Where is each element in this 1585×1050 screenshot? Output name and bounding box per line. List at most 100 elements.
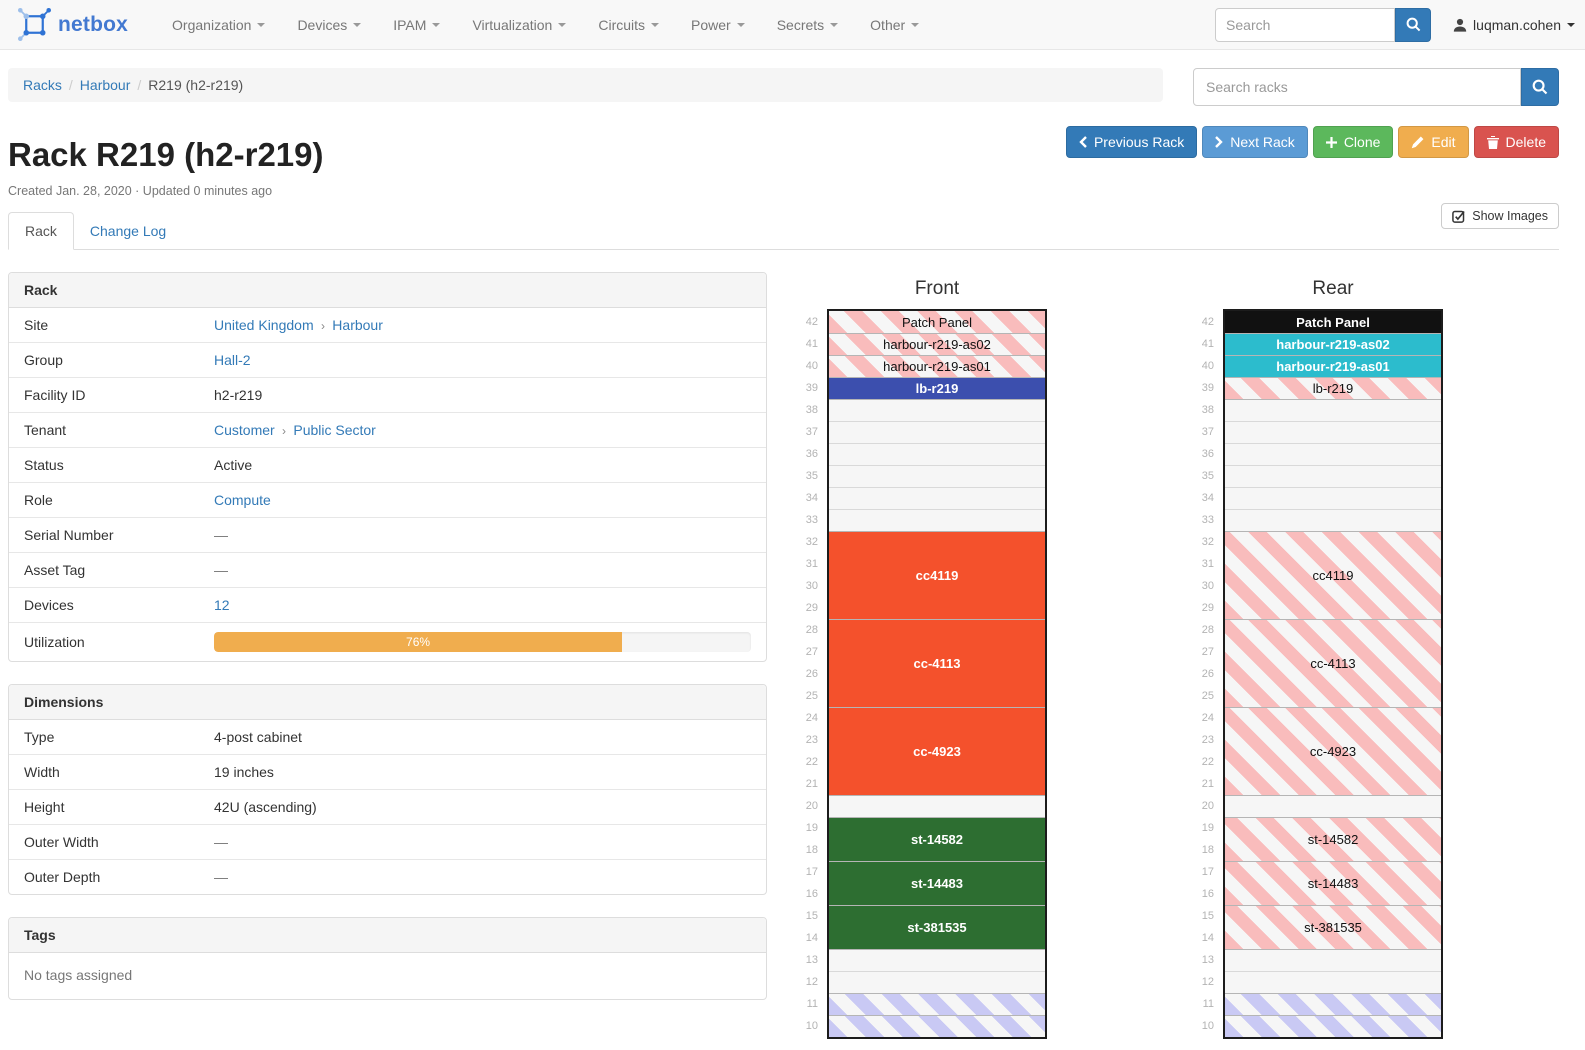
breadcrumb-link[interactable]: Harbour [80,77,131,93]
trash-icon [1487,136,1499,149]
row-label: Tenant [9,413,199,448]
hierarchy-separator: › [275,424,294,438]
user-menu[interactable]: luqman.cohen [1453,17,1575,33]
reserved-unit [829,1015,1045,1037]
page-title: Rack R219 (h2-r219) [8,136,1066,174]
nav-menu-label: IPAM [393,17,426,33]
rack-device[interactable]: harbour-r219-as02 [829,333,1045,355]
nav-menu-ipam[interactable]: IPAM [377,0,456,50]
unit-number: 42 [1192,311,1214,333]
clone-button[interactable]: Clone [1313,126,1394,158]
nav-menu-label: Power [691,17,731,33]
rack-device[interactable]: harbour-r219-as02 [1225,333,1441,355]
rack-device[interactable]: cc4119 [829,531,1045,619]
rack-device[interactable]: lb-r219 [1225,377,1441,399]
device-label: cc-4923 [1310,744,1356,759]
rack-device[interactable]: cc4119 [1225,531,1441,619]
nav-menu-secrets[interactable]: Secrets [761,0,854,50]
value-text: 19 inches [214,764,274,780]
user-icon [1453,18,1467,32]
device-label: st-381535 [1304,920,1362,935]
unit-number: 35 [796,465,818,487]
rack-device[interactable]: st-381535 [829,905,1045,949]
rack-search-input[interactable] [1193,68,1521,106]
reserved-unit [1225,993,1441,1015]
rack-device[interactable]: harbour-r219-as01 [829,355,1045,377]
global-search-button[interactable] [1395,8,1431,42]
nav-menu-circuits[interactable]: Circuits [582,0,675,50]
empty-unit [829,465,1045,487]
chevron-right-icon [1215,136,1223,148]
chevron-down-icon [353,23,361,27]
unit-number: 17 [1192,861,1214,883]
rack-device[interactable]: lb-r219 [829,377,1045,399]
device-label: st-14483 [1308,876,1359,891]
nav-menu-other[interactable]: Other [854,0,935,50]
tab-change-log[interactable]: Change Log [74,213,182,249]
unit-number: 16 [1192,883,1214,905]
unit-number: 13 [796,949,818,971]
rack-device[interactable]: st-14483 [1225,861,1441,905]
rack-device[interactable]: st-14582 [1225,817,1441,861]
global-search-input[interactable] [1215,8,1395,42]
rack-device[interactable]: harbour-r219-as01 [1225,355,1441,377]
table-row: Type4-post cabinet [9,720,766,755]
table-row: Utilization76% [9,623,766,662]
unit-number: 30 [1192,575,1214,597]
nav-menu-devices[interactable]: Devices [281,0,377,50]
rack-device[interactable]: Patch Panel [829,311,1045,333]
value-text: h2-r219 [214,387,262,403]
value-link[interactable]: Public Sector [293,422,375,438]
nav-menu-organization[interactable]: Organization [156,0,281,50]
device-label: cc4119 [1313,568,1354,583]
page-header: Rack R219 (h2-r219) Previous Rack Next R… [0,106,1585,174]
unit-number: 40 [1192,355,1214,377]
value-link[interactable]: 12 [214,597,230,613]
value-link[interactable]: United Kingdom [214,317,314,333]
tab-rack[interactable]: Rack [8,212,74,250]
row-value: Customer › Public Sector [199,413,766,448]
unit-number: 41 [796,333,818,355]
value-link[interactable]: Harbour [332,317,383,333]
nav-menu-virtualization[interactable]: Virtualization [456,0,582,50]
value-link[interactable]: Compute [214,492,271,508]
device-label: harbour-r219-as02 [883,337,991,352]
rack-device[interactable]: cc-4113 [829,619,1045,707]
show-images-button[interactable]: Show Images [1441,203,1559,229]
chevron-down-icon [432,23,440,27]
next-rack-button[interactable]: Next Rack [1202,126,1308,158]
value-link[interactable]: Hall-2 [214,352,251,368]
value-empty: — [214,834,228,850]
row-label: Role [9,483,199,518]
unit-number: 38 [796,399,818,421]
rack-device[interactable]: cc-4923 [1225,707,1441,795]
empty-unit [1225,949,1441,971]
username: luqman.cohen [1473,17,1561,33]
utilization-bar: 76% [214,632,751,652]
tags-panel: Tags No tags assigned [8,917,767,1000]
value-text: 4-post cabinet [214,729,302,745]
row-value: — [199,553,766,588]
edit-button[interactable]: Edit [1398,126,1468,158]
breadcrumb-link[interactable]: Racks [23,77,62,93]
unit-number: 37 [796,421,818,443]
row-label: Asset Tag [9,553,199,588]
unit-number: 12 [796,971,818,993]
table-row: TenantCustomer › Public Sector [9,413,766,448]
delete-button[interactable]: Delete [1474,126,1559,158]
netbox-logo[interactable]: netbox [8,8,138,41]
rack-device[interactable]: cc-4923 [829,707,1045,795]
empty-unit [1225,487,1441,509]
rack-device[interactable]: st-381535 [1225,905,1441,949]
previous-rack-button[interactable]: Previous Rack [1066,126,1197,158]
rack-device[interactable]: st-14483 [829,861,1045,905]
rack-search-button[interactable] [1521,68,1559,106]
rack-device[interactable]: Patch Panel [1225,311,1441,333]
unit-number: 34 [796,487,818,509]
unit-number: 26 [1192,663,1214,685]
rack-device[interactable]: st-14582 [829,817,1045,861]
value-link[interactable]: Customer [214,422,275,438]
unit-number: 18 [1192,839,1214,861]
rack-device[interactable]: cc-4113 [1225,619,1441,707]
nav-menu-power[interactable]: Power [675,0,761,50]
